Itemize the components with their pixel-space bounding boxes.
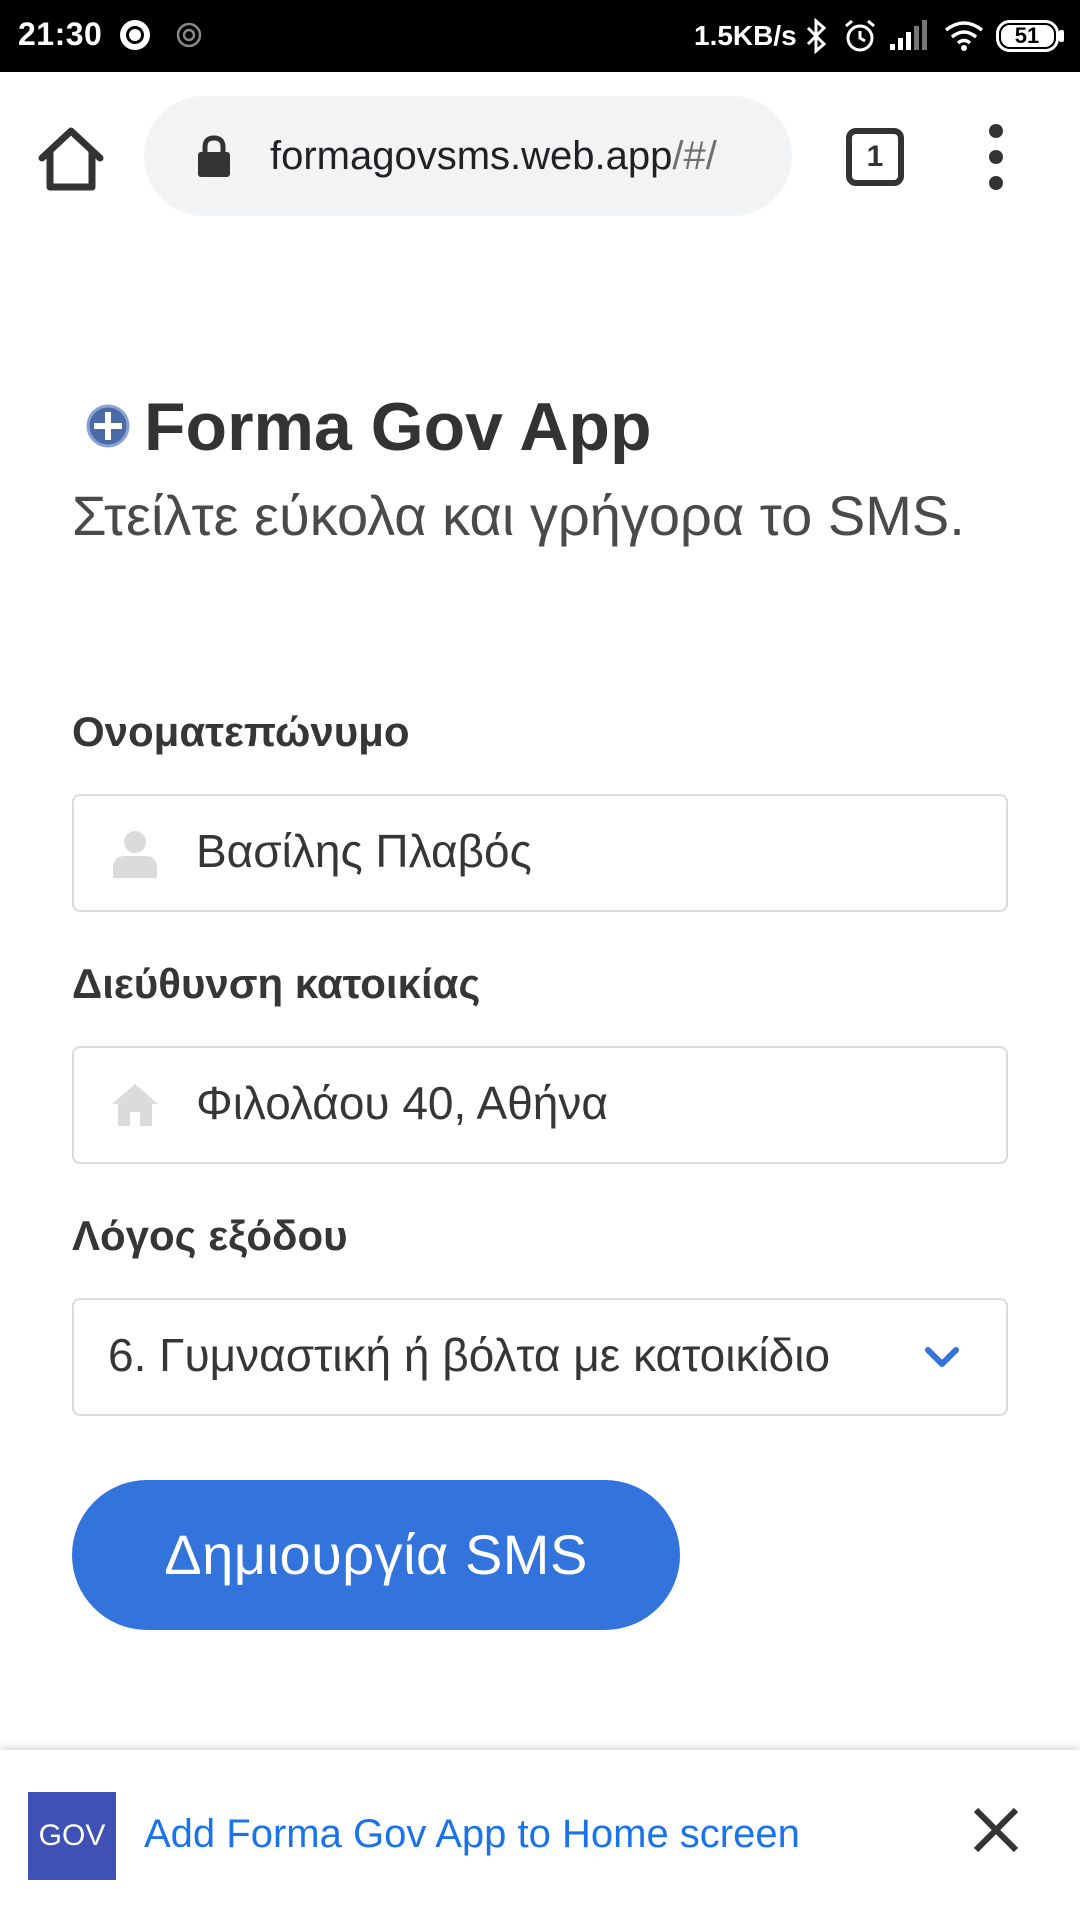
lock-icon (198, 135, 230, 177)
url-path: /#/ (672, 134, 717, 178)
more-menu-icon[interactable] (976, 122, 1016, 192)
notification-circle-icon (120, 20, 150, 50)
name-label: Ονοματεπώνυμο (72, 708, 410, 755)
page-title: Forma Gov App (144, 389, 652, 465)
battery-icon: 51 (996, 20, 1066, 52)
battery-level: 51 (1014, 23, 1040, 48)
tabs-button[interactable]: 1 (846, 128, 904, 186)
reason-label: Λόγος εξόδου (72, 1212, 348, 1259)
browser-toolbar: formagovsms.web.app/#/ 1 (0, 72, 1080, 240)
chevron-down-icon (925, 1347, 959, 1367)
wifi-icon (944, 21, 984, 51)
page-content: Forma Gov App Στείλτε εύκολα και γρήγορα… (0, 240, 1080, 1750)
address-value: Φιλολάου 40, Αθήνα (196, 1077, 608, 1129)
app-icon: GOV (28, 1792, 116, 1880)
signal-icon (890, 20, 927, 50)
network-speed: 1.5KB/s (694, 20, 797, 51)
add-to-home-link[interactable]: Add Forma Gov App to Home screen (144, 1812, 800, 1857)
home-button-icon[interactable] (36, 126, 106, 192)
reason-selected-value: 6. Γυμναστική ή βόλτα με κατοικίδιο (108, 1329, 831, 1381)
home-icon (112, 1084, 158, 1126)
bluetooth-icon (806, 18, 827, 54)
status-time: 21:30 (18, 16, 103, 52)
page-subtitle: Στείλτε εύκολα και γρήγορα το SMS. (72, 484, 965, 547)
address-label: Διεύθυνση κατοικίας (72, 960, 481, 1007)
name-value: Βασίλης Πλαβός (196, 825, 532, 877)
alarm-icon (845, 19, 875, 52)
create-sms-button[interactable]: Δημιουργία SMS (72, 1480, 680, 1630)
close-icon[interactable] (970, 1804, 1022, 1856)
greek-emblem-icon (86, 404, 130, 448)
address-field[interactable]: Φιλολάου 40, Αθήνα (72, 1046, 1008, 1164)
user-icon (113, 831, 157, 878)
url-text: formagovsms.web.app/#/ (270, 134, 717, 179)
name-field[interactable]: Βασίλης Πλαβός (72, 794, 1008, 912)
address-bar[interactable]: formagovsms.web.app/#/ (144, 96, 792, 216)
hotspot-icon (176, 22, 202, 48)
url-domain: formagovsms.web.app (270, 134, 673, 178)
status-bar: 21:30 1.5KB/s 51 (0, 0, 1080, 72)
reason-select[interactable]: 6. Γυμναστική ή βόλτα με κατοικίδιο (72, 1298, 1008, 1416)
install-banner: GOV Add Forma Gov App to Home screen (0, 1750, 1080, 1920)
